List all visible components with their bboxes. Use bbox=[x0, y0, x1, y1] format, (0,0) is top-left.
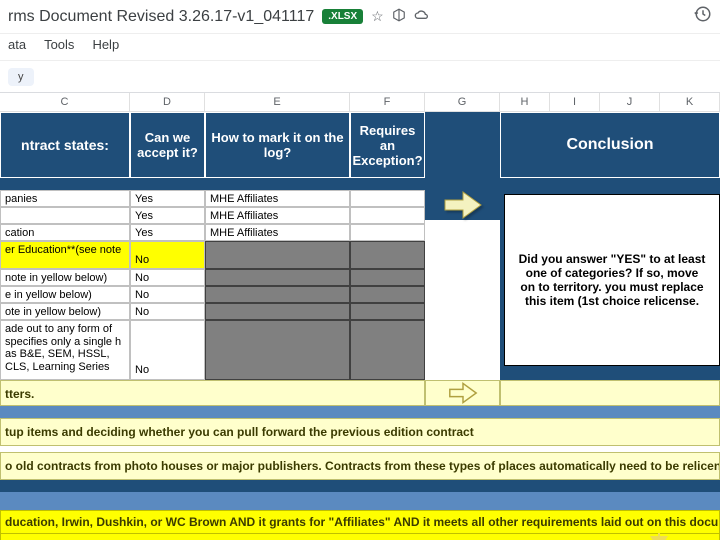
cell-grey[interactable] bbox=[350, 303, 425, 320]
col-header-e[interactable]: E bbox=[205, 93, 350, 111]
cell-grey[interactable] bbox=[350, 286, 425, 303]
move-icon[interactable] bbox=[392, 8, 406, 25]
cell[interactable]: cation bbox=[0, 224, 130, 241]
cell-grey[interactable] bbox=[205, 303, 350, 320]
cell[interactable]: MHE Affiliates bbox=[205, 224, 350, 241]
left-table: paniesYesMHE Affiliates YesMHE Affiliate… bbox=[0, 190, 425, 380]
cell-grey[interactable] bbox=[205, 320, 350, 380]
cell[interactable]: No bbox=[130, 303, 205, 320]
cell[interactable]: note in yellow below) bbox=[0, 269, 130, 286]
col-header-f[interactable]: F bbox=[350, 93, 425, 111]
cell[interactable]: No bbox=[130, 286, 205, 303]
cloud-icon[interactable] bbox=[414, 8, 430, 25]
col-header-i[interactable]: I bbox=[550, 93, 600, 111]
cell[interactable]: Yes bbox=[130, 207, 205, 224]
spacer-row bbox=[0, 178, 720, 190]
band-row[interactable]: o old contracts from photo houses or maj… bbox=[0, 452, 720, 480]
col-header-j[interactable]: J bbox=[600, 93, 660, 111]
cell[interactable]: No bbox=[130, 320, 205, 380]
arrow-cell bbox=[425, 380, 500, 406]
arrow-down-icon bbox=[650, 536, 668, 540]
toolbar-button[interactable]: y bbox=[8, 68, 34, 86]
menu-help[interactable]: Help bbox=[92, 37, 119, 52]
data-block: paniesYesMHE Affiliates YesMHE Affiliate… bbox=[0, 190, 720, 380]
cell-grey[interactable] bbox=[350, 269, 425, 286]
history-icon[interactable] bbox=[694, 5, 712, 28]
cell[interactable] bbox=[350, 224, 425, 241]
cell[interactable] bbox=[0, 207, 130, 224]
cell[interactable]: Yes bbox=[130, 224, 205, 241]
arrow-right-icon bbox=[443, 190, 483, 220]
arrow-right-icon bbox=[445, 382, 481, 404]
cell[interactable] bbox=[350, 207, 425, 224]
cell[interactable]: MHE Affiliates bbox=[205, 190, 350, 207]
hdr-spacer bbox=[425, 112, 500, 178]
cell[interactable]: MHE Affiliates bbox=[205, 207, 350, 224]
cell-highlight[interactable]: No bbox=[130, 241, 205, 269]
arrow-col bbox=[425, 190, 500, 220]
hdr-contract: ntract states: bbox=[0, 112, 130, 178]
cell[interactable]: No bbox=[130, 269, 205, 286]
cell-grey[interactable] bbox=[205, 241, 350, 269]
cell[interactable]: panies bbox=[0, 190, 130, 207]
hdr-conclusion: Conclusion bbox=[500, 112, 720, 178]
menu-bar: ata Tools Help bbox=[0, 34, 720, 61]
tters-row[interactable]: tters. bbox=[0, 380, 425, 406]
conclusion-box[interactable]: Did you answer "YES" to at least one of … bbox=[504, 194, 720, 366]
col-header-c[interactable]: C bbox=[0, 93, 130, 111]
menu-tools[interactable]: Tools bbox=[44, 37, 74, 52]
table-header: ntract states: Can we accept it? How to … bbox=[0, 112, 720, 178]
star-icon[interactable]: ☆ bbox=[371, 8, 384, 25]
col-header-k[interactable]: K bbox=[660, 93, 720, 111]
col-header-d[interactable]: D bbox=[130, 93, 205, 111]
document-title: rms Document Revised 3.26.17-v1_041117 bbox=[8, 8, 314, 26]
cell-grey[interactable] bbox=[350, 241, 425, 269]
cell-grey[interactable] bbox=[350, 320, 425, 380]
title-bar: rms Document Revised 3.26.17-v1_041117 .… bbox=[0, 0, 720, 34]
cell[interactable]: e in yellow below) bbox=[0, 286, 130, 303]
column-headers: C D E F G H I J K bbox=[0, 93, 720, 112]
band-row[interactable]: tup items and deciding whether you can p… bbox=[0, 418, 720, 446]
conclusion-col: Did you answer "YES" to at least one of … bbox=[500, 190, 720, 380]
highlight-row[interactable]: ducation, Irwin, Dushkin, or WC Brown AN… bbox=[0, 510, 720, 534]
cell[interactable] bbox=[350, 190, 425, 207]
spreadsheet[interactable]: C D E F G H I J K ntract states: Can we … bbox=[0, 93, 720, 540]
hdr-accept: Can we accept it? bbox=[130, 112, 205, 178]
xlsx-badge: .XLSX bbox=[322, 9, 363, 24]
toolbar: y bbox=[0, 61, 720, 93]
col-header-g[interactable]: G bbox=[425, 93, 500, 111]
hdr-mark: How to mark it on the log? bbox=[205, 112, 350, 178]
menu-data[interactable]: ata bbox=[8, 37, 26, 52]
cell[interactable]: ade out to any form of specifies only a … bbox=[0, 320, 130, 380]
col-header-h[interactable]: H bbox=[500, 93, 550, 111]
cell-highlight[interactable]: er Education**(see note bbox=[0, 241, 130, 269]
band-right[interactable] bbox=[500, 380, 720, 406]
cell[interactable]: ote in yellow below) bbox=[0, 303, 130, 320]
highlight-row[interactable]: o Dushkin, etc. and affiliates, the perm… bbox=[0, 534, 720, 540]
hdr-exception: Requires an Exception? bbox=[350, 112, 425, 178]
cell[interactable]: Yes bbox=[130, 190, 205, 207]
cell-grey[interactable] bbox=[205, 286, 350, 303]
cell-grey[interactable] bbox=[205, 269, 350, 286]
lower-section: tters. tup items and deciding whether yo… bbox=[0, 380, 720, 540]
